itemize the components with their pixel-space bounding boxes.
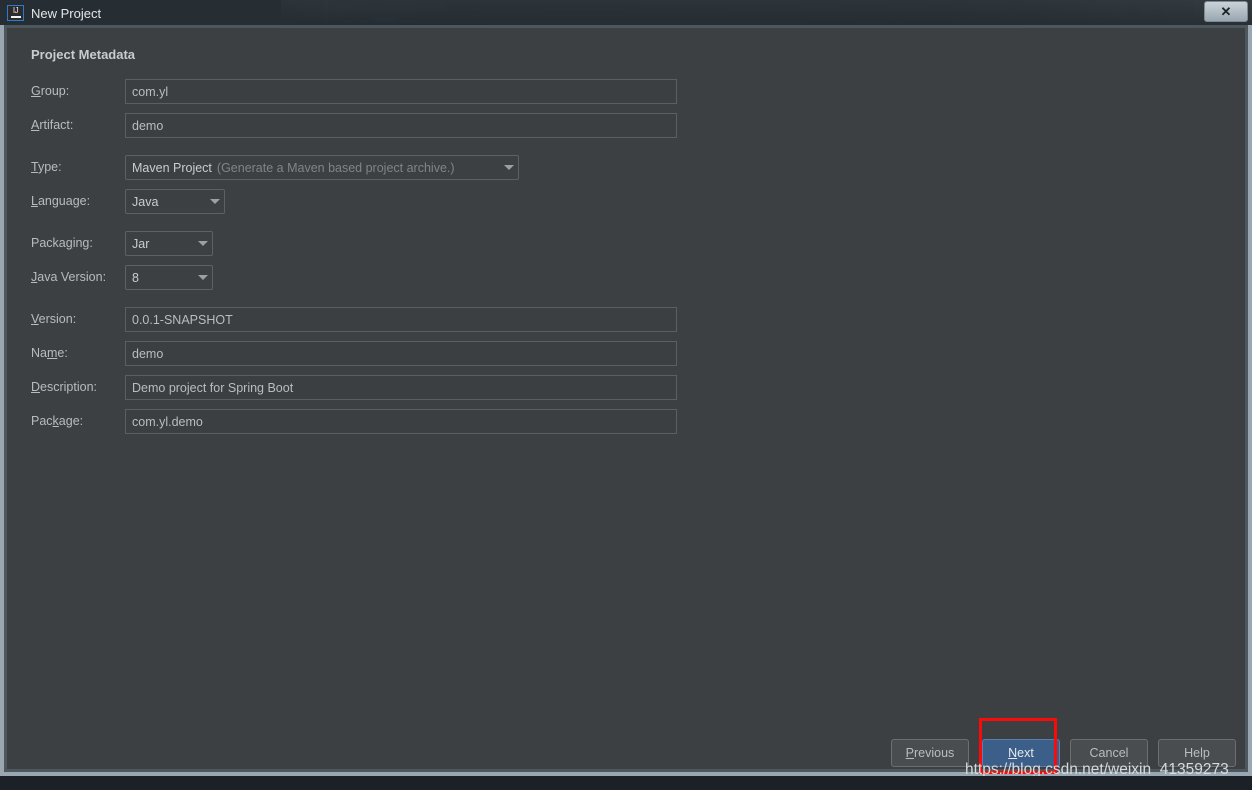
- artifact-label: Artifact:: [31, 113, 73, 137]
- artifact-label-text: rtifact:: [39, 118, 74, 132]
- java-version-label: Java Version:: [31, 265, 106, 289]
- group-input[interactable]: [125, 79, 677, 104]
- type-label-mnemonic: T: [31, 160, 38, 174]
- package-label-text: age:: [58, 414, 84, 428]
- chevron-down-icon: [504, 165, 514, 170]
- chevron-down-icon: [210, 199, 220, 204]
- package-input[interactable]: [125, 409, 677, 434]
- group-label-mnemonic: G: [31, 84, 41, 98]
- name-label-text: e:: [57, 346, 68, 360]
- next-button-label: ext: [1017, 746, 1034, 760]
- chevron-down-icon: [198, 275, 208, 280]
- description-label-mnemonic: D: [31, 380, 41, 394]
- previous-button-label: revious: [914, 746, 955, 760]
- type-label: Type:: [31, 155, 62, 179]
- java-version-dropdown-value: 8: [132, 270, 139, 285]
- window-title: New Project: [31, 5, 102, 21]
- type-dropdown-value: Maven Project: [132, 160, 212, 175]
- window-title-bar: IJ New Project ✕: [0, 0, 1252, 26]
- packaging-dropdown-value: Jar: [132, 236, 150, 251]
- type-dropdown-hint: (Generate a Maven based project archive.…: [216, 160, 455, 175]
- chevron-down-icon: [198, 241, 208, 246]
- description-label-text: escription:: [40, 380, 98, 394]
- description-input[interactable]: [125, 375, 677, 400]
- cancel-button-label: Cancel: [1089, 746, 1129, 760]
- packaging-dropdown[interactable]: Jar: [125, 231, 213, 256]
- bottom-strip: [0, 776, 1252, 790]
- java-version-dropdown[interactable]: 8: [125, 265, 213, 290]
- language-label-mnemonic: L: [31, 194, 38, 208]
- title-bar-left: IJ New Project: [0, 0, 282, 26]
- new-project-window: IJ New Project ✕ Project Metadata Group:…: [0, 0, 1252, 778]
- intellij-idea-icon-bar: [10, 15, 21, 18]
- name-input[interactable]: [125, 341, 677, 366]
- intellij-idea-icon: IJ: [7, 5, 24, 21]
- language-label-text: anguage:: [37, 194, 91, 208]
- packaging-label-mnemonic: g: [65, 236, 73, 250]
- help-button-label: Help: [1184, 746, 1210, 760]
- name-label-pre: Na: [31, 346, 47, 360]
- package-label: Package:: [31, 409, 83, 433]
- language-label: Language:: [31, 189, 90, 213]
- version-label-mnemonic: V: [31, 312, 39, 326]
- name-label-mnemonic: m: [46, 346, 58, 360]
- previous-button[interactable]: Previous: [891, 739, 969, 767]
- version-input[interactable]: [125, 307, 677, 332]
- packaging-label-text: ing:: [72, 236, 93, 250]
- intellij-idea-icon-text: IJ: [12, 6, 19, 15]
- close-icon[interactable]: ✕: [1204, 1, 1248, 22]
- packaging-label-pre: Packa: [31, 236, 66, 250]
- group-label-text: roup:: [40, 84, 70, 98]
- version-label: Version:: [31, 307, 76, 331]
- type-dropdown[interactable]: Maven Project (Generate a Maven based pr…: [125, 155, 519, 180]
- project-metadata-panel: Project Metadata Group: Artifact: Type: …: [7, 28, 1245, 769]
- java-version-label-text: ava Version:: [37, 270, 107, 284]
- artifact-input[interactable]: [125, 113, 677, 138]
- page-title: Project Metadata: [31, 47, 136, 62]
- previous-button-mnemonic: P: [905, 746, 915, 760]
- group-label: Group:: [31, 79, 69, 103]
- name-label: Name:: [31, 341, 68, 365]
- next-button-mnemonic: N: [1008, 746, 1018, 760]
- version-label-text: ersion:: [38, 312, 77, 326]
- language-dropdown[interactable]: Java: [125, 189, 225, 214]
- packaging-label: Packaging:: [31, 231, 93, 255]
- package-label-pre: Pac: [31, 414, 53, 428]
- description-label: Description:: [31, 375, 97, 399]
- type-label-text: ype:: [37, 160, 62, 174]
- language-dropdown-value: Java: [132, 194, 159, 209]
